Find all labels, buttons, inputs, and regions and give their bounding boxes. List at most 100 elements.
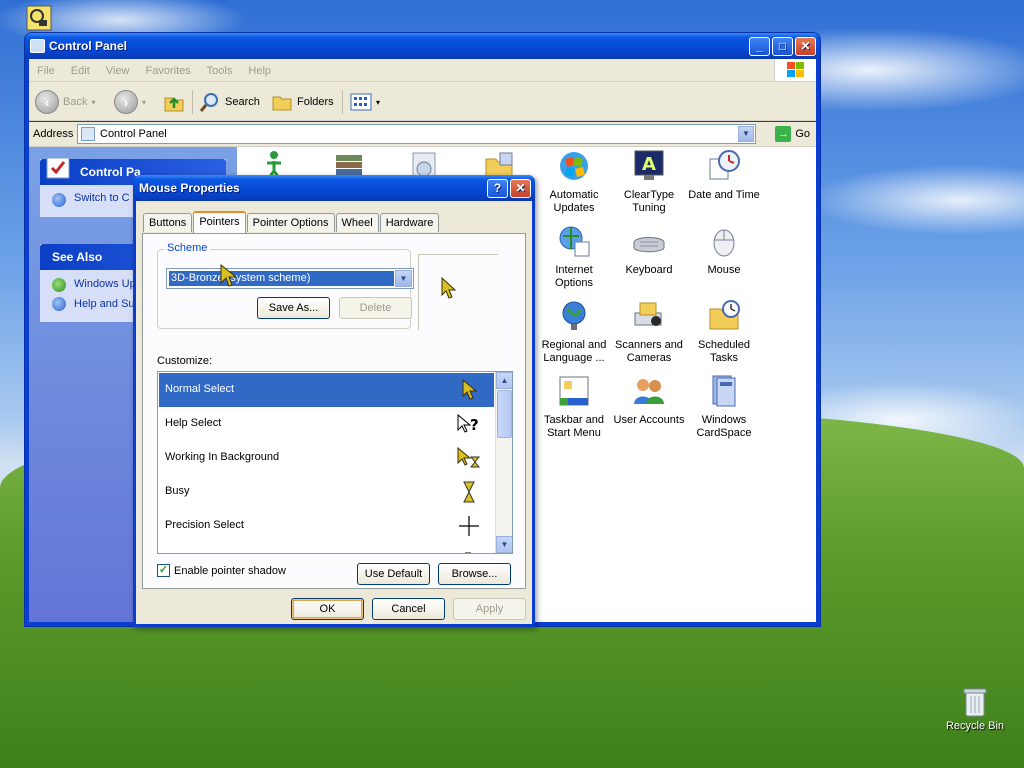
forward-button[interactable]: › ▾ (114, 89, 146, 115)
regional-icon (557, 299, 591, 333)
back-arrow-icon: ‹ (35, 90, 59, 114)
address-dropdown-icon[interactable]: ▼ (738, 126, 754, 142)
list-item[interactable]: Working In Background (159, 441, 494, 475)
normal-select-cursor-icon (462, 379, 478, 400)
cp-item-cardspace[interactable]: Windows CardSpace (686, 374, 762, 440)
switch-view-label: Switch to C (74, 192, 130, 204)
list-item[interactable]: Precision Select (159, 509, 494, 543)
cp-item-label: Internet Options (555, 264, 593, 289)
cp-item-mouse[interactable]: Mouse (686, 224, 762, 277)
scheme-group: Scheme 3D-Bronze (system scheme) ▼ Save … (157, 242, 414, 329)
address-bar: Address Control Panel ▼ → Go (29, 122, 816, 147)
cancel-button[interactable]: Cancel (372, 598, 445, 620)
mouse-pointer-icon (220, 264, 238, 287)
address-control-panel-icon (81, 127, 95, 141)
cp-item-label: Taskbar and Start Menu (544, 414, 604, 439)
windows-update-label: Windows Up (74, 278, 136, 290)
ok-button[interactable]: OK (291, 598, 364, 620)
up-folder-button[interactable] (162, 89, 186, 115)
date-time-icon (707, 149, 741, 183)
apply-button[interactable]: Apply (453, 598, 526, 620)
cp-item-scheduled-tasks[interactable]: Scheduled Tasks (686, 299, 762, 365)
scroll-thumb[interactable] (497, 390, 512, 438)
tab-buttons[interactable]: Buttons (143, 213, 193, 232)
dialog-close-button[interactable]: ✕ (510, 179, 531, 198)
enable-shadow-label: Enable pointer shadow (174, 564, 286, 577)
cp-item-taskbar[interactable]: Taskbar and Start Menu (536, 374, 612, 440)
cp-item-internet-options[interactable]: Internet Options (536, 224, 612, 290)
scheduled-tasks-icon (707, 299, 741, 333)
working-background-cursor-icon (457, 447, 481, 468)
scroll-up-icon[interactable]: ▲ (496, 372, 512, 389)
menu-file[interactable]: File (37, 65, 55, 77)
tab-pointers[interactable]: Pointers (193, 211, 246, 233)
scroll-down-icon[interactable]: ▼ (496, 536, 512, 553)
cp-item-regional[interactable]: Regional and Language ... (536, 299, 612, 365)
menu-help[interactable]: Help (248, 65, 271, 77)
dialog-title: Mouse Properties (139, 181, 240, 195)
menu-favorites[interactable]: Favorites (146, 65, 191, 77)
cp-item-automatic-updates[interactable]: Automatic Updates (536, 149, 612, 215)
menu-edit[interactable]: Edit (71, 65, 90, 77)
minimize-button[interactable]: _ (749, 37, 770, 56)
list-item-partial[interactable] (159, 543, 494, 553)
hourglass-icon (463, 481, 475, 503)
user-accounts-icon (632, 374, 666, 408)
menu-view[interactable]: View (106, 65, 130, 77)
help-select-cursor-icon: ? (457, 413, 479, 434)
save-as-button[interactable]: Save As... (257, 297, 330, 319)
window-title: Control Panel (49, 39, 128, 53)
tab-pointer-options[interactable]: Pointer Options (246, 213, 335, 232)
search-button[interactable]: Search (199, 89, 260, 115)
tab-hardware[interactable]: Hardware (379, 213, 440, 232)
cp-item-label: Scanners and Cameras (615, 339, 683, 364)
list-item[interactable]: Help Select ? (159, 407, 494, 441)
help-button[interactable]: ? (487, 179, 508, 198)
help-support-label: Help and Su (74, 298, 135, 310)
see-also-title: See Also (52, 250, 103, 264)
folders-icon (272, 96, 292, 111)
desktop-icon-recycle-bin[interactable]: Recycle Bin (935, 686, 1015, 732)
list-item[interactable]: Normal Select (159, 373, 494, 407)
checkbox-check-icon[interactable]: ✓ (157, 564, 170, 577)
close-button[interactable]: ✕ (795, 37, 816, 56)
help-icon (52, 297, 66, 311)
tab-wheel[interactable]: Wheel (335, 213, 379, 232)
cp-item-label: Mouse (707, 264, 741, 276)
delete-button[interactable]: Delete (339, 297, 412, 319)
control-panel-titlebar[interactable]: Control Panel _ □ ✕ (25, 33, 820, 59)
crosshair-icon (459, 516, 479, 536)
pointer-list-scrollbar[interactable]: ▲ ▼ (495, 372, 512, 553)
folders-button[interactable]: Folders (271, 89, 334, 115)
switch-view-icon (52, 193, 66, 207)
views-button[interactable]: ▾ (350, 89, 380, 115)
text-select-cursor-icon (465, 552, 471, 553)
views-dropdown-icon: ▾ (376, 97, 381, 107)
pointer-list[interactable]: Normal Select Help Select ? Working In B… (157, 371, 513, 554)
go-button[interactable]: → Go (775, 126, 810, 142)
dialog-titlebar[interactable]: Mouse Properties ? ✕ (133, 175, 535, 201)
address-input[interactable]: Control Panel ▼ (77, 124, 756, 144)
taskbar-icon (557, 374, 591, 408)
scheme-select[interactable]: 3D-Bronze (system scheme) ▼ (166, 268, 414, 289)
views-grid-icon (350, 93, 372, 111)
pointer-name: Working In Background (165, 451, 280, 463)
scheme-value: 3D-Bronze (system scheme) (169, 271, 394, 286)
task-box-title: Control Pa (80, 165, 141, 179)
cp-item-user-accounts[interactable]: User Accounts (611, 374, 687, 427)
list-item[interactable]: Busy (159, 475, 494, 509)
cp-item-keyboard[interactable]: Keyboard (611, 224, 687, 277)
scheme-dropdown-icon[interactable]: ▼ (395, 270, 412, 287)
back-button[interactable]: ‹ Back ▾ (35, 89, 95, 115)
cp-item-date-time[interactable]: Date and Time (686, 149, 762, 202)
cp-item-scanners[interactable]: Scanners and Cameras (611, 299, 687, 365)
browse-button[interactable]: Browse... (438, 563, 511, 585)
enable-pointer-shadow-checkbox[interactable]: ✓ Enable pointer shadow (157, 564, 286, 577)
cp-item-cleartype[interactable]: A ClearType Tuning (611, 149, 687, 215)
customize-label: Customize: (157, 355, 213, 367)
pointer-preview (418, 254, 498, 330)
maximize-button[interactable]: □ (772, 37, 793, 56)
use-default-button[interactable]: Use Default (357, 563, 430, 585)
scheme-label: Scheme (164, 242, 211, 254)
menu-tools[interactable]: Tools (207, 65, 233, 77)
